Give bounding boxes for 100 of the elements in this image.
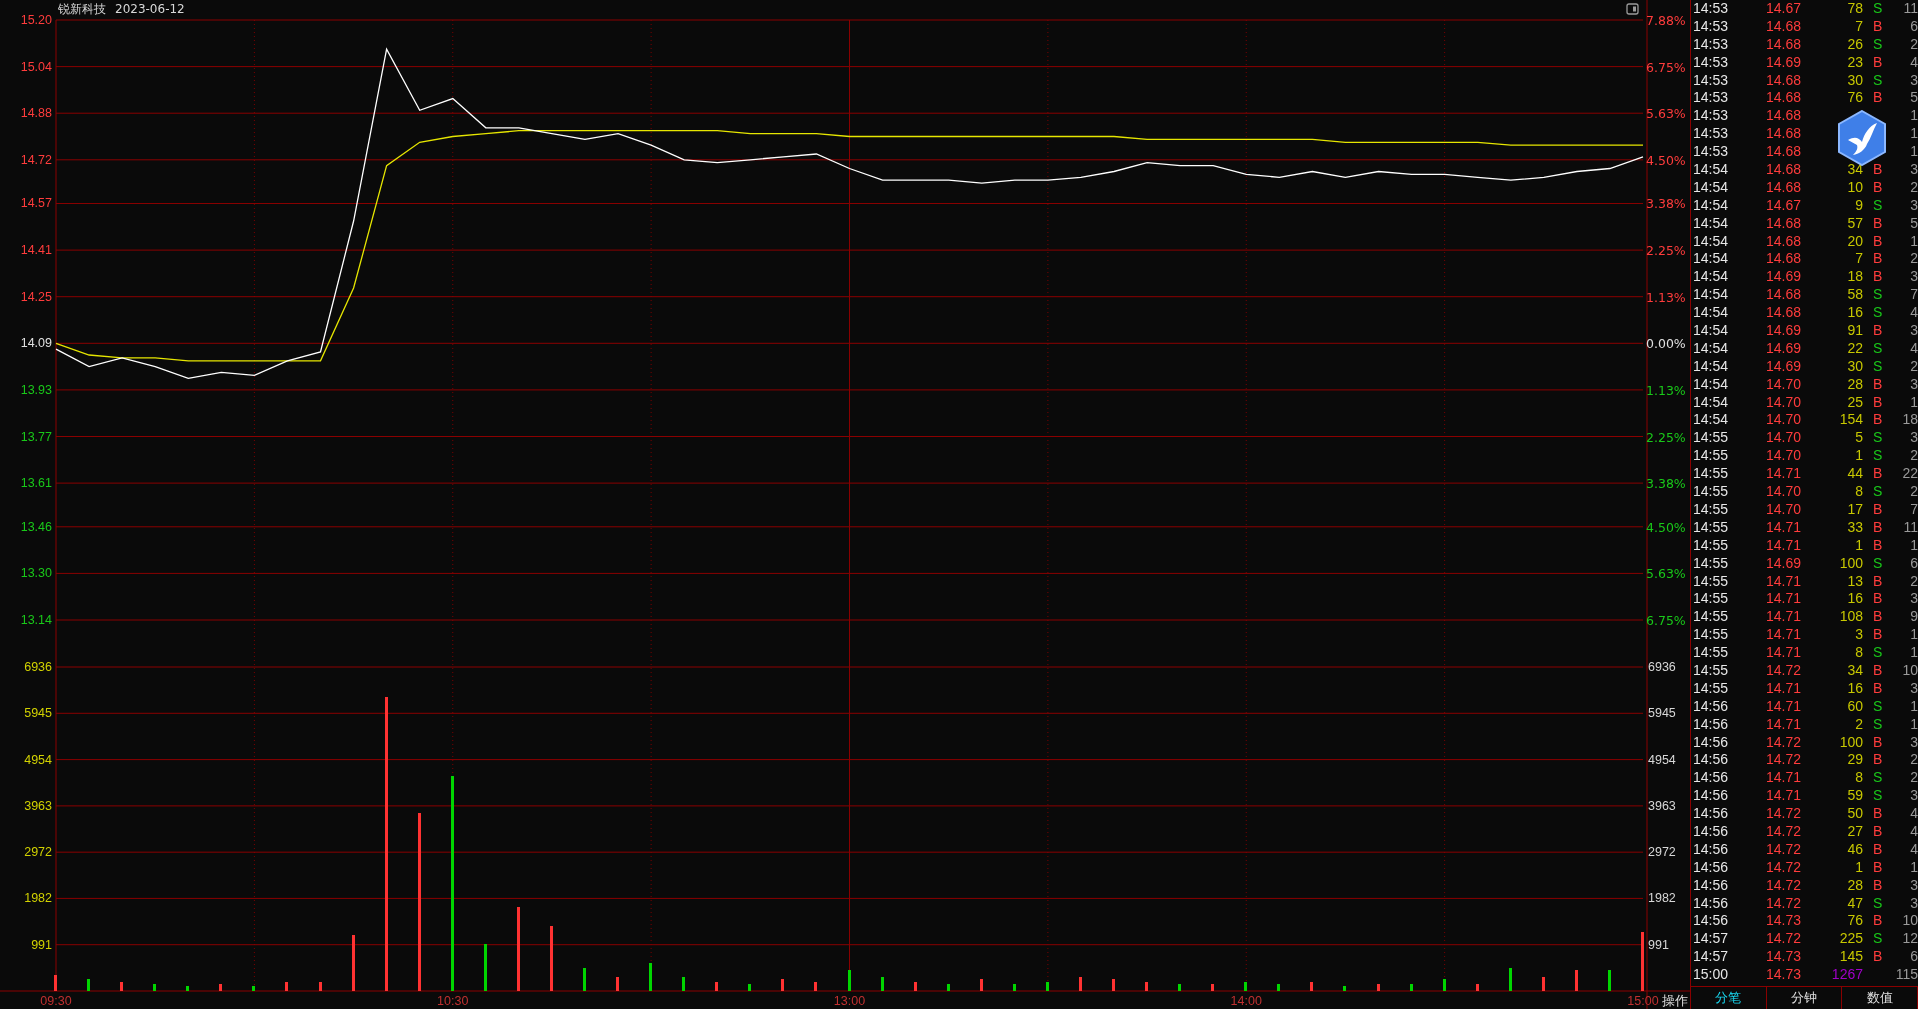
- trade-price: 14.71: [1764, 608, 1801, 627]
- trade-count: 2: [1909, 250, 1918, 269]
- trade-volume: 34: [1847, 661, 1863, 678]
- trade-price: 14.72: [1764, 751, 1801, 770]
- trade-count: 1: [1909, 125, 1918, 144]
- trade-count: 6: [1909, 948, 1918, 967]
- trade-count: 3: [1909, 429, 1918, 448]
- trade-time: 14:54: [1693, 250, 1730, 269]
- trade-price: 14.69: [1764, 53, 1801, 72]
- trade-side: B: [1873, 626, 1883, 643]
- trade-time: 14:55: [1693, 554, 1730, 573]
- price-axis-label: 14.41: [20, 243, 52, 258]
- price-axis-label: 14.09: [20, 336, 52, 351]
- trade-side: B: [1873, 912, 1883, 929]
- trade-time: 14:55: [1693, 679, 1730, 698]
- trade-time: 14:53: [1693, 71, 1730, 90]
- trade-price: 14.68: [1764, 107, 1801, 126]
- trade-side: S: [1873, 787, 1883, 804]
- trade-count: 3: [1909, 71, 1918, 90]
- percent-axis-label: 1.13%: [1646, 289, 1686, 305]
- trade-time: 14:54: [1693, 196, 1730, 215]
- trade-count: 1: [1909, 536, 1918, 555]
- trade-side: B: [1873, 679, 1883, 696]
- trade-side: S: [1873, 930, 1883, 947]
- trade-time: 14:55: [1693, 661, 1730, 680]
- trade-time: 14:54: [1693, 232, 1730, 251]
- trade-side: B: [1873, 858, 1883, 875]
- price-axis-label: 14.57: [20, 196, 52, 211]
- trade-price: 14.72: [1764, 930, 1801, 949]
- trade-time: 14:55: [1693, 465, 1730, 484]
- trade-count: 5: [1909, 214, 1918, 233]
- trade-volume: 22: [1847, 339, 1863, 356]
- trade-time: 14:54: [1693, 322, 1730, 340]
- trade-volume: 57: [1847, 214, 1863, 231]
- trade-side: B: [1873, 536, 1883, 553]
- trade-count: 2: [1909, 572, 1918, 591]
- price-axis-label: 14.72: [20, 152, 52, 167]
- trade-side: S: [1873, 304, 1883, 321]
- percent-axis-label: 5.63%: [1646, 566, 1686, 582]
- trade-side: B: [1873, 322, 1883, 339]
- trade-side: S: [1873, 644, 1883, 661]
- trade-count: 3: [1909, 161, 1918, 179]
- trade-volume: 5: [1855, 429, 1863, 446]
- volume-axis-label: 991: [1648, 937, 1669, 952]
- bird-icon[interactable]: [1837, 110, 1887, 166]
- panel-toggle-icon[interactable]: [1626, 3, 1639, 15]
- trade-time: 14:55: [1693, 626, 1730, 645]
- price-axis-label: 15.04: [20, 59, 52, 74]
- trade-count: 22: [1901, 465, 1918, 484]
- trade-time: 14:53: [1693, 125, 1730, 144]
- trade-count: 2: [1909, 751, 1918, 770]
- price-axis-label: 13.61: [20, 476, 52, 491]
- percent-axis-label: 2.25%: [1646, 243, 1686, 259]
- trade-count: 1: [1909, 232, 1918, 251]
- action-menu[interactable]: 操作: [1662, 994, 1688, 1008]
- volume-axis-label: 4954: [1648, 752, 1676, 767]
- percent-axis-label: 5.63%: [1646, 106, 1686, 122]
- trade-side: B: [1873, 250, 1883, 267]
- trade-time: 14:54: [1693, 178, 1730, 197]
- percent-axis-label: 3.38%: [1646, 196, 1686, 212]
- trade-time: 14:54: [1693, 339, 1730, 358]
- trade-volume: 47: [1847, 894, 1863, 911]
- trade-side: S: [1873, 894, 1883, 911]
- volume-axis-label: 1982: [1648, 891, 1676, 906]
- trade-time: 14:54: [1693, 393, 1730, 412]
- trade-count: 7: [1909, 286, 1918, 305]
- trade-volume: 76: [1847, 912, 1863, 929]
- trade-time: 14:54: [1693, 268, 1730, 287]
- volume-axis-label: 3963: [1648, 798, 1676, 813]
- trade-time: 14:56: [1693, 840, 1730, 859]
- trade-volume: 25: [1847, 393, 1863, 410]
- trade-count: 11: [1902, 0, 1918, 18]
- trade-count: 12: [1901, 930, 1918, 949]
- trade-volume: 28: [1847, 375, 1863, 392]
- trade-time: 14:53: [1693, 0, 1730, 18]
- trade-side: B: [1873, 232, 1883, 249]
- trade-price: 14.69: [1764, 357, 1801, 376]
- trade-volume: 17: [1847, 500, 1863, 517]
- trade-count: 4: [1909, 339, 1918, 358]
- trade-count: 6: [1909, 554, 1918, 573]
- volume-axis-label: 5945: [24, 706, 52, 721]
- trade-side: S: [1873, 447, 1883, 464]
- trade-price: 14.72: [1764, 894, 1801, 913]
- trade-volume: 44: [1847, 465, 1863, 482]
- trade-volume: 8: [1855, 644, 1863, 661]
- price-axis-label: 14.25: [20, 289, 52, 304]
- chart-date: 2023-06-12: [115, 2, 185, 16]
- volume-axis-label: 1982: [24, 891, 52, 906]
- trade-price: 14.71: [1764, 769, 1801, 788]
- trade-count: 18: [1901, 411, 1918, 430]
- trade-side: B: [1873, 608, 1883, 625]
- trade-price: 14.73: [1764, 912, 1801, 931]
- trade-volume: 225: [1839, 930, 1863, 947]
- trade-side: B: [1873, 948, 1883, 965]
- trade-time: 14:55: [1693, 590, 1730, 609]
- trade-volume: 28: [1847, 876, 1863, 893]
- trade-price: 14.67: [1764, 0, 1801, 18]
- trade-side: B: [1873, 465, 1883, 482]
- trade-side: S: [1873, 429, 1883, 446]
- trade-side: B: [1873, 500, 1883, 517]
